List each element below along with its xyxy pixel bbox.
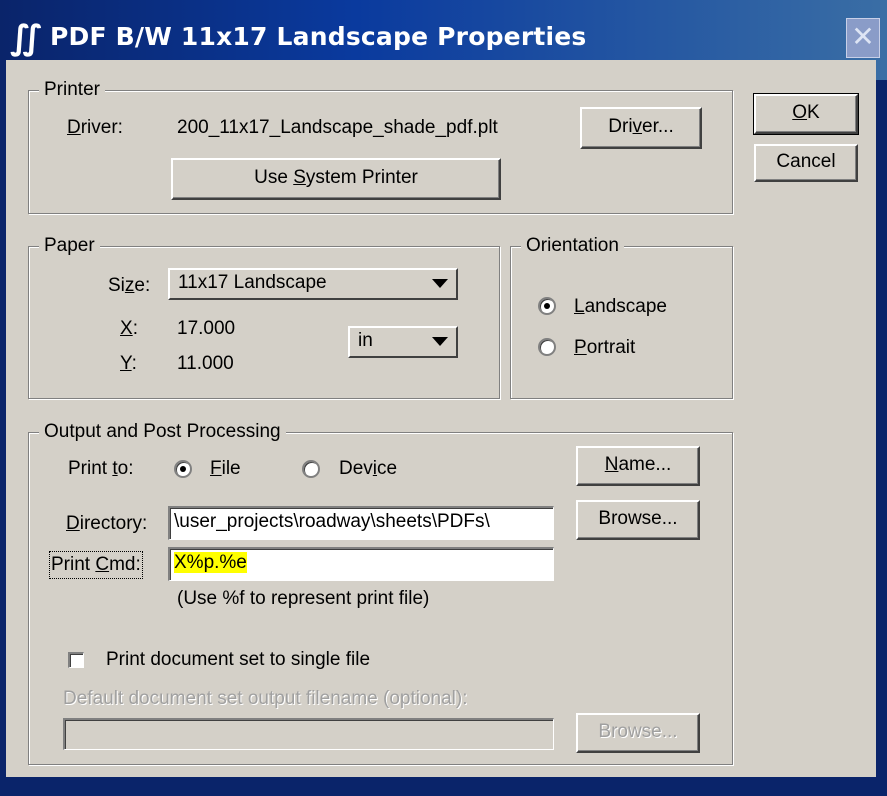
use-system-printer-button[interactable]: Use System Printer (171, 158, 501, 200)
directory-input[interactable]: \user_projects\roadway\sheets\PDFs\ (168, 506, 554, 540)
window-title: PDF B/W 11x17 Landscape Properties (50, 22, 587, 51)
y-value: 11.000 (177, 353, 234, 374)
browse-button[interactable]: Browse... (576, 500, 700, 540)
print-cmd-hint: (Use %f to represent print file) (177, 588, 430, 609)
default-filename-label: Default document set output filename (op… (63, 688, 468, 709)
close-icon: ✕ (851, 21, 875, 52)
file-radio[interactable] (174, 460, 192, 478)
driver-button[interactable]: Driver... (580, 107, 702, 149)
x-value: 17.000 (177, 318, 236, 339)
dialog-body: OK Cancel Printer Driver: 200_11x17_Land… (6, 60, 876, 777)
landscape-radio[interactable] (538, 297, 556, 315)
device-radio[interactable] (302, 460, 320, 478)
single-file-checkbox[interactable] (68, 652, 84, 668)
print-cmd-value: X%p.%e (174, 552, 247, 573)
dialog-window: ∬ PDF B/W 11x17 Landscape Properties ✕ O… (0, 0, 887, 796)
close-button[interactable]: ✕ (846, 18, 880, 58)
printer-group-title: Printer (39, 78, 105, 102)
units-select[interactable]: in (348, 326, 458, 358)
portrait-radio[interactable] (538, 338, 556, 356)
ok-button[interactable]: OK (753, 93, 859, 135)
x-label: X: (120, 318, 138, 339)
portrait-label[interactable]: Portrait (574, 336, 635, 360)
landscape-label[interactable]: Landscape (574, 295, 667, 319)
paper-group-title: Paper (39, 234, 100, 258)
cancel-button[interactable]: Cancel (754, 144, 858, 182)
orientation-group: Orientation (510, 234, 733, 399)
print-cmd-label: Print Cmd: (49, 551, 143, 579)
paper-size-select[interactable]: 11x17 Landscape (168, 268, 458, 300)
chevron-down-icon (432, 279, 448, 288)
output-group-title: Output and Post Processing (39, 420, 286, 444)
name-button[interactable]: Name... (576, 446, 700, 486)
default-filename-input[interactable] (63, 718, 554, 750)
y-label: Y: (120, 353, 137, 374)
single-file-label[interactable]: Print document set to single file (106, 648, 370, 672)
print-cmd-input[interactable]: X%p.%e (168, 547, 554, 581)
units-value: in (358, 330, 373, 351)
size-label: Size: (108, 275, 151, 296)
chevron-down-icon (432, 337, 448, 346)
print-to-label: Print to: (68, 458, 134, 479)
driver-value: 200_11x17_Landscape_shade_pdf.plt (177, 117, 498, 138)
driver-label: Driver: (67, 117, 123, 138)
directory-label: Directory: (66, 513, 148, 534)
device-label[interactable]: Device (339, 457, 397, 481)
app-logo-icon: ∬ (10, 18, 42, 58)
file-label[interactable]: File (210, 457, 241, 481)
orientation-group-title: Orientation (521, 234, 624, 258)
default-browse-button[interactable]: Browse... (576, 713, 700, 753)
paper-size-value: 11x17 Landscape (178, 272, 327, 293)
